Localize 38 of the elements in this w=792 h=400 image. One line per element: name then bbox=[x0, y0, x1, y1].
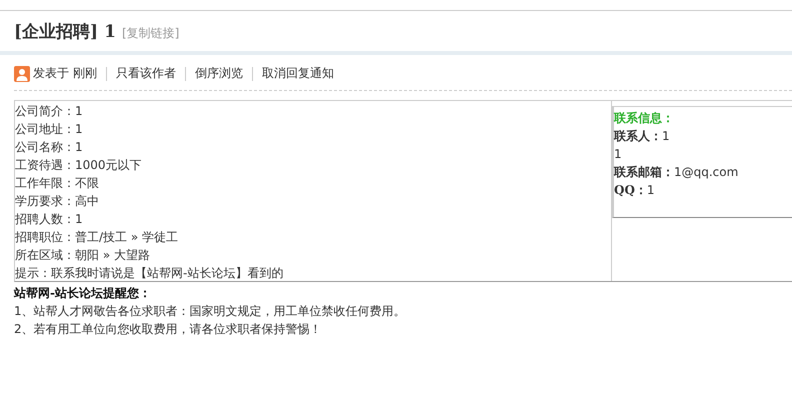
field-value: 1000元以下 bbox=[75, 158, 142, 172]
contact-value: 1 bbox=[662, 129, 670, 143]
field-value: 1 bbox=[75, 212, 83, 226]
field-value: 1 bbox=[75, 140, 83, 154]
contact-heading: 联系信息： bbox=[614, 111, 674, 125]
field-label: 公司名称： bbox=[15, 140, 75, 154]
field-label: 工资待遇： bbox=[15, 158, 75, 172]
contact-value: 1 bbox=[614, 147, 622, 161]
contact-label: 联系人： bbox=[614, 129, 662, 143]
field-label: 学历要求： bbox=[15, 194, 75, 208]
field-label: 公司地址： bbox=[15, 122, 75, 136]
field-label: 招聘人数： bbox=[15, 212, 75, 226]
post-action-link[interactable]: 倒序浏览 bbox=[194, 65, 243, 82]
field-label: 公司简介： bbox=[15, 104, 75, 118]
field-label: 工作年限： bbox=[15, 176, 75, 190]
user-icon bbox=[14, 66, 30, 82]
field-label: 招聘职位： bbox=[15, 230, 75, 244]
contact-value: 1 bbox=[646, 183, 655, 197]
field-value: 普工/技工 » 学徒工 bbox=[75, 230, 178, 244]
field-label: 所在区域： bbox=[15, 248, 75, 262]
post-category: [企业招聘] bbox=[14, 21, 98, 43]
contact-label: 联系邮箱： bbox=[614, 165, 674, 179]
notice-heading: 站帮网-站长论坛提醒您： bbox=[14, 285, 152, 302]
post-action-link[interactable]: 只看该作者 bbox=[116, 65, 176, 82]
post-title: 1 bbox=[104, 22, 116, 42]
notice-item: 2、若有用工单位向您收取费用，请各位求职者保持警惕！ bbox=[14, 321, 323, 338]
field-value: 联系我时请说是【站帮网-站长论坛】看到的 bbox=[51, 266, 284, 280]
field-value: 1 bbox=[75, 122, 83, 136]
post-time: 发表于 刚刚 bbox=[33, 65, 97, 82]
contact-label: QQ： bbox=[614, 183, 647, 197]
post-action-link[interactable]: 取消回复通知 bbox=[262, 65, 334, 82]
field-value: 朝阳 » 大望路 bbox=[75, 248, 150, 262]
field-value: 高中 bbox=[75, 194, 99, 208]
field-value: 1 bbox=[75, 104, 83, 118]
contact-value: 1@qq.com bbox=[674, 165, 738, 179]
field-label: 提示： bbox=[15, 266, 51, 280]
notice-item: 1、站帮人才网敬告各位求职者：国家明文规定，用工单位禁收任何费用。 bbox=[14, 303, 407, 320]
field-value: 不限 bbox=[75, 176, 99, 190]
